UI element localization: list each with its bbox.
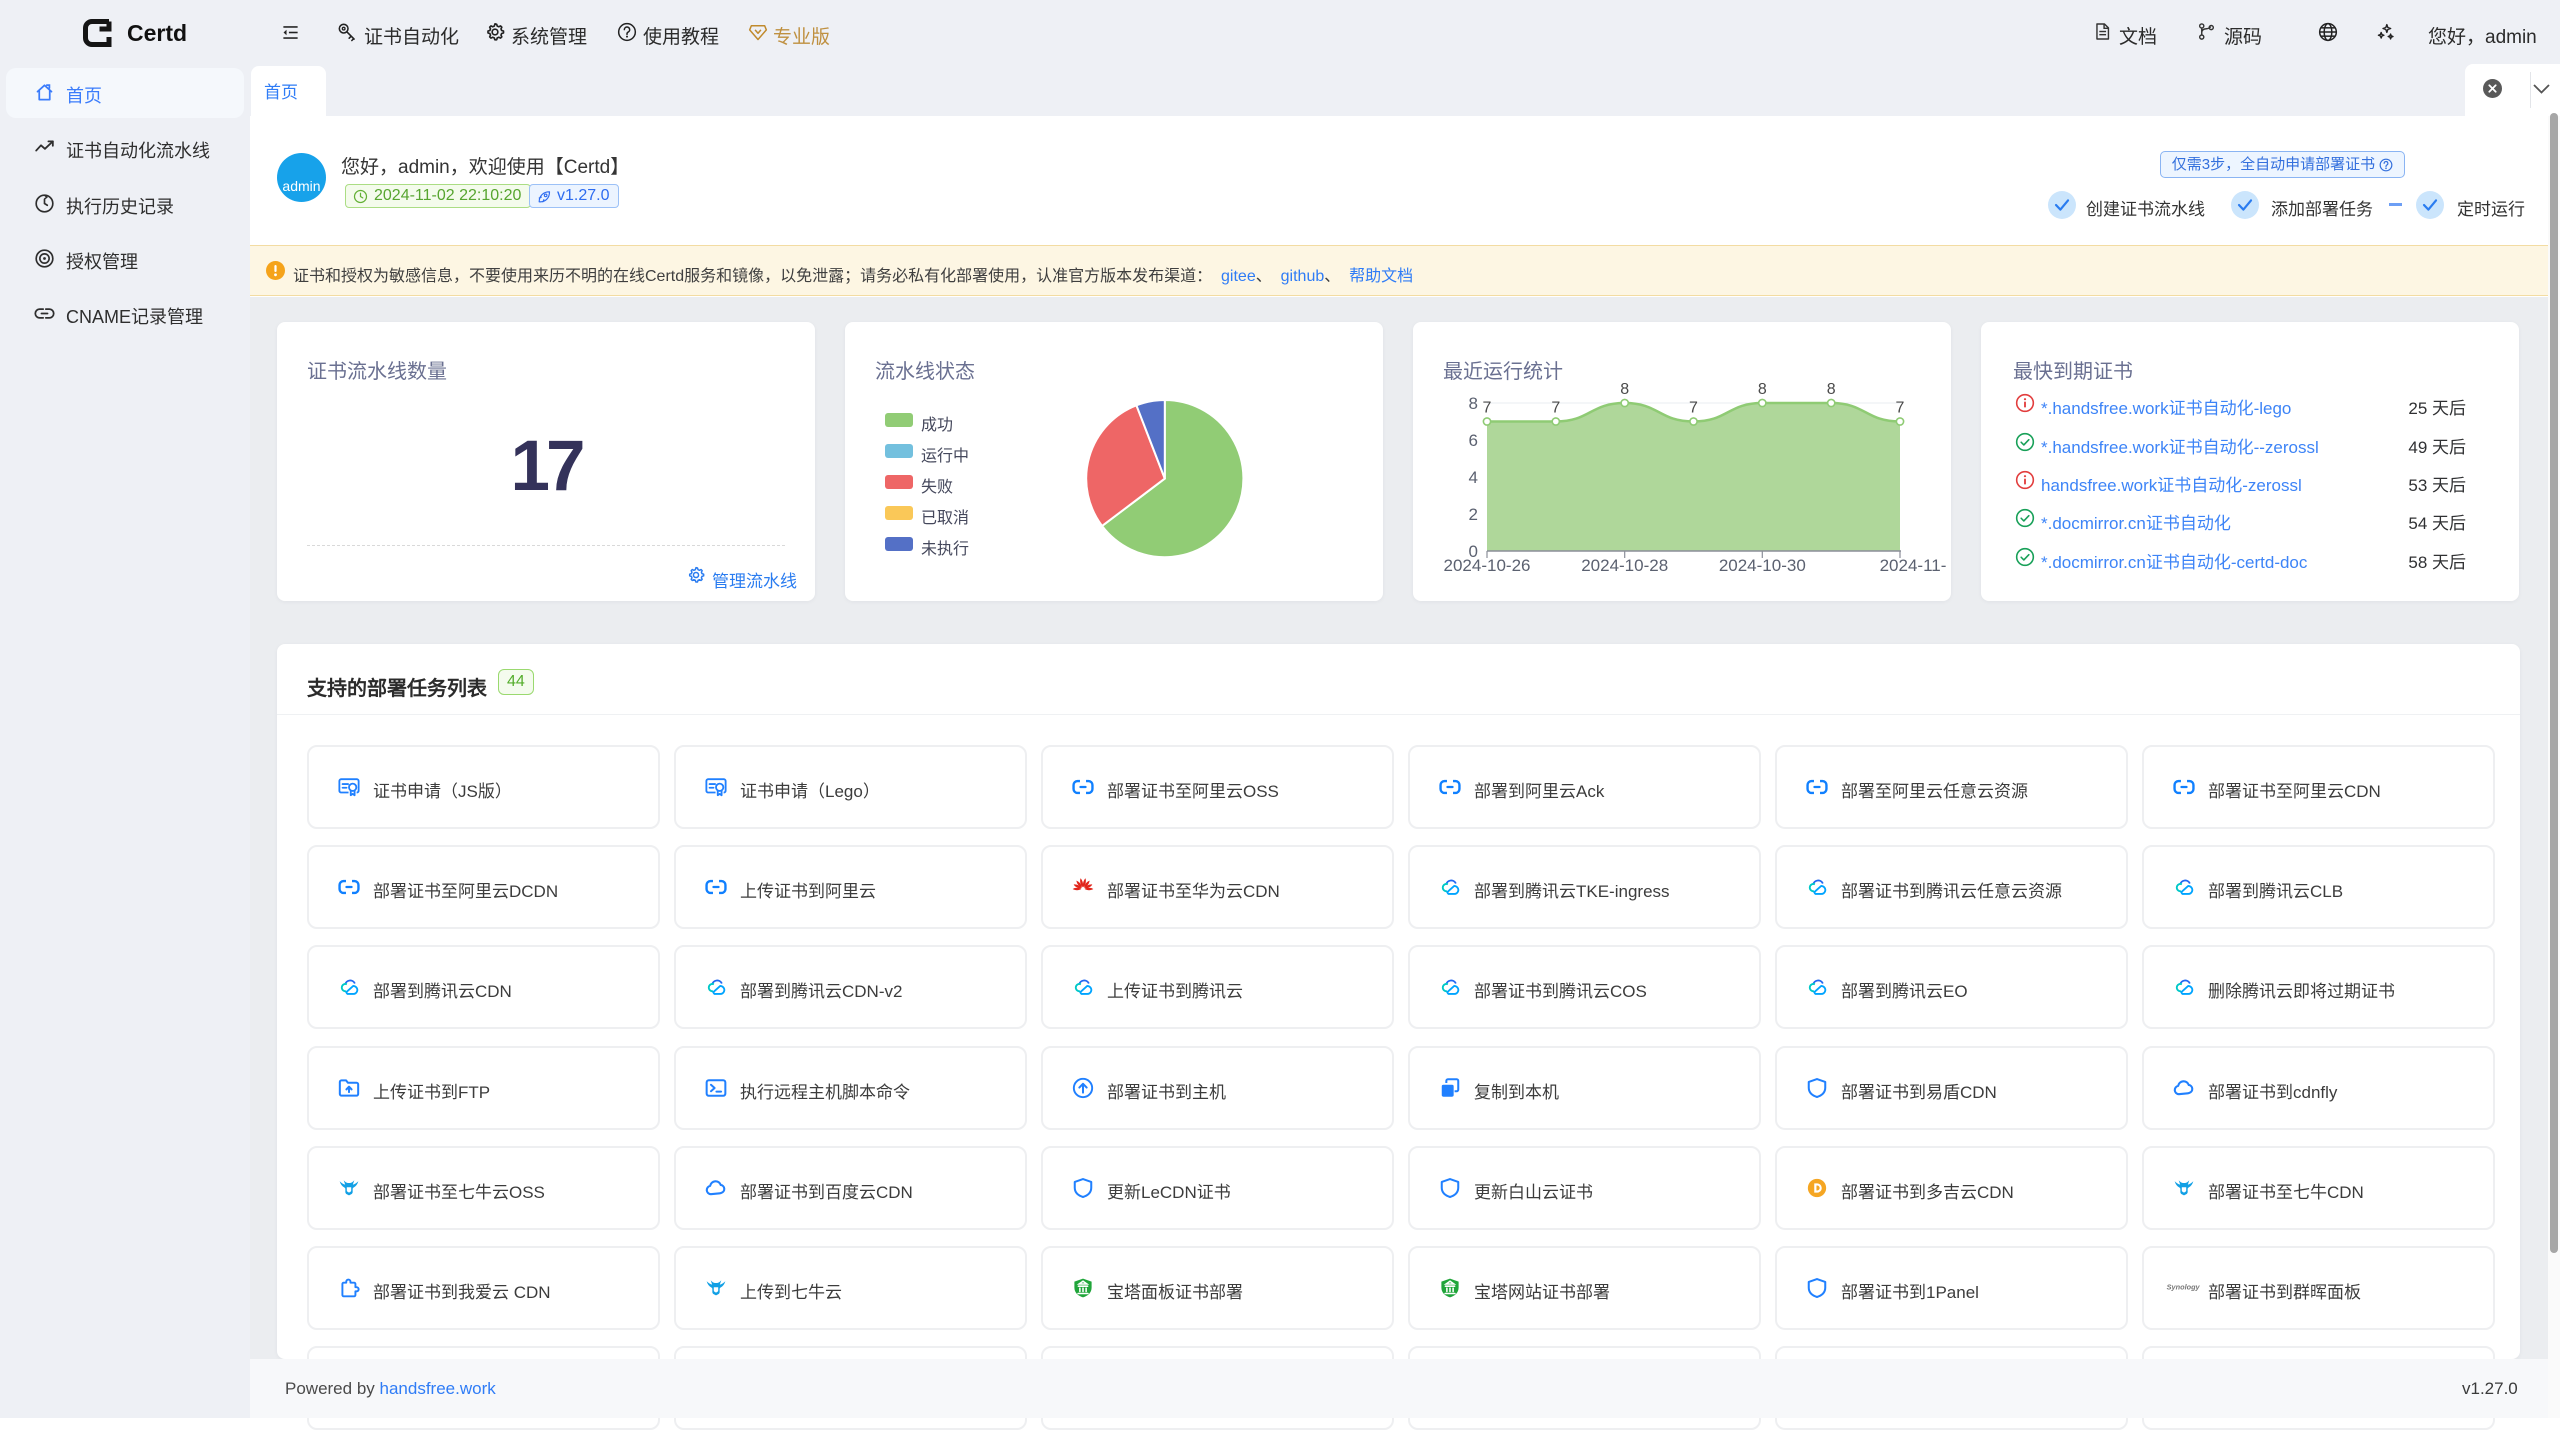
svg-text:7: 7 — [1689, 400, 1698, 417]
svg-text:2: 2 — [1469, 505, 1478, 524]
svg-text:8: 8 — [1620, 381, 1629, 398]
svg-text:8: 8 — [1827, 381, 1836, 398]
svg-text:6: 6 — [1469, 431, 1478, 450]
svg-text:8: 8 — [1758, 381, 1767, 398]
svg-text:4: 4 — [1469, 468, 1478, 487]
svg-text:7: 7 — [1551, 400, 1560, 417]
svg-text:2024-10-30: 2024-10-30 — [1719, 556, 1806, 575]
svg-text:8: 8 — [1469, 394, 1478, 413]
svg-text:2024-10-26: 2024-10-26 — [1444, 556, 1531, 575]
svg-text:2024-11-: 2024-11- — [1880, 556, 1947, 575]
svg-text:7: 7 — [1483, 400, 1492, 417]
svg-text:7: 7 — [1896, 400, 1905, 417]
svg-text:2024-10-28: 2024-10-28 — [1581, 556, 1668, 575]
